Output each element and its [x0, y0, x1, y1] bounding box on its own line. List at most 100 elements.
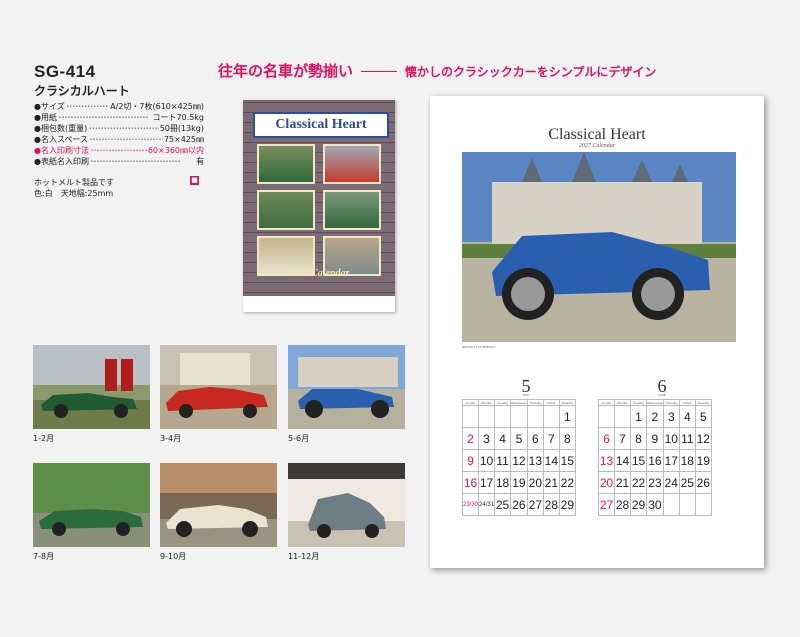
spec-leader: ･･････････････････････････････	[89, 135, 163, 144]
day-cell: 16	[461, 471, 480, 494]
spec-key: ●用紙	[34, 113, 57, 122]
headline: 往年の名車が勢揃い 懐かしのクラシックカーをシンプルにデザイン	[218, 60, 656, 81]
spec-list: ●サイズ･･････････････････････････････A/2切・7…	[34, 101, 204, 167]
thumb-1-2: 1-2月	[33, 345, 150, 444]
day-cell: 28	[614, 493, 631, 516]
spec-value: 60×360㎜以内	[147, 146, 204, 155]
day-cell: 9	[461, 449, 480, 472]
day-cell: 23/30	[461, 493, 480, 516]
day-cell: 3	[478, 427, 496, 450]
day-cell: 6	[526, 427, 544, 450]
day-cell: 6	[598, 427, 615, 450]
calendar-subtitle: 2027 Calendar	[578, 143, 616, 149]
day-cell: 18	[494, 471, 512, 494]
day-cell: 16	[646, 449, 664, 472]
day-cell: 20	[598, 471, 615, 494]
spec-key: ●表紙名入印刷	[34, 157, 89, 166]
day-cell: 9	[646, 427, 664, 450]
headline-main: 往年の名車が勢揃い	[218, 62, 354, 80]
product-name: クラシカルハート	[34, 84, 130, 98]
cover-photo	[323, 144, 381, 184]
day-cell: 2	[646, 405, 664, 428]
thumb-caption: 1-2月	[33, 434, 55, 443]
day-cell	[662, 493, 680, 516]
calendar-title: Classical Heart	[548, 126, 646, 143]
cover-photo-grid	[257, 144, 381, 276]
day-cell: 25	[678, 471, 696, 494]
day-cell: 15	[558, 449, 576, 472]
note-line-2: 色:白 天地幅:25mm	[34, 189, 114, 198]
day-cell: 5	[510, 427, 528, 450]
day-cell: 11	[494, 449, 512, 472]
day-cell: 22	[558, 471, 576, 494]
spec-key: ●名入印刷寸法	[34, 146, 89, 155]
spec-value: 50冊(13kg)	[159, 124, 204, 133]
thumb-caption: 9-10月	[160, 552, 187, 561]
day-cell	[614, 405, 631, 428]
day-cell: 27	[598, 493, 615, 516]
day-cell: 27	[526, 493, 544, 516]
day-cell: 8	[558, 427, 576, 450]
spec-key: ●名入スペース	[34, 135, 89, 144]
day-cell: 26	[694, 471, 712, 494]
thumb-5-6: 5-6月	[288, 345, 405, 444]
headline-sub: 懐かしのクラシックカーをシンプルにデザイン	[405, 65, 657, 79]
calendar-main-photo	[462, 152, 736, 342]
month-june-label: JUNE	[658, 393, 666, 397]
day-cell	[598, 405, 615, 428]
spec-row: ●名入スペース･･････････････････････････････75×…	[34, 134, 204, 145]
day-cell: 29	[558, 493, 576, 516]
month-june-grid: Sunday Monday Tuesday Wednesday Thursday Frid…	[598, 399, 712, 516]
cover-title: Classical Heart	[253, 112, 389, 138]
day-cell: 19	[694, 449, 712, 472]
spec-value: 75×425㎜	[163, 135, 204, 144]
day-cell: 4	[678, 405, 696, 428]
thumb-3-4: 3-4月	[160, 345, 277, 444]
day-cell: 18	[678, 449, 696, 472]
day-cell: 2	[461, 427, 480, 450]
product-code: SG-414	[34, 62, 96, 81]
day-cell: 22	[630, 471, 647, 494]
day-cell: 13	[526, 449, 544, 472]
day-cell: 10	[478, 449, 496, 472]
day-cell: 7	[542, 427, 560, 450]
day-cell	[526, 405, 544, 428]
day-cell	[461, 405, 480, 428]
spec-value: 有	[196, 157, 204, 166]
day-cell: 24/31	[478, 493, 496, 516]
day-cell: 25	[494, 493, 512, 516]
day-cell: 21	[614, 471, 631, 494]
spec-leader: ･･････････････････････････････	[89, 157, 181, 166]
cover-image: Classical Heart 2027 Calendar	[243, 100, 395, 312]
day-cell: 26	[510, 493, 528, 516]
day-cell: 12	[510, 449, 528, 472]
day-cell: 12	[694, 427, 712, 450]
day-cell: 23	[646, 471, 664, 494]
spec-leader: ･･････････････････････････････	[65, 102, 110, 111]
day-cell	[694, 493, 712, 516]
car-photo-bugatti	[288, 345, 405, 429]
spec-row: ●表紙名入印刷 ･･････････････････････････････ 有	[34, 156, 204, 167]
car-photo-mgb	[33, 345, 150, 429]
spec-row: ●用紙 ･･････････････････････････････ コート70.5…	[34, 112, 204, 123]
day-cell	[494, 405, 512, 428]
hotmelt-tag-icon: ■	[190, 176, 199, 185]
day-cell: 1	[630, 405, 647, 428]
spec-row: ●梱包数(重量)･･････････････････････････････50…	[34, 123, 204, 134]
day-cell: 15	[630, 449, 647, 472]
thumb-9-10: 9-10月	[160, 463, 277, 562]
spec-row: ●名入印刷寸法･･････････････････････････････60×…	[34, 145, 204, 156]
spec-value: A/2切・7枚(610×425㎜)	[110, 102, 204, 111]
day-cell: 24	[662, 471, 680, 494]
cover-photo	[257, 144, 315, 184]
day-cell: 3	[662, 405, 680, 428]
wall-calendar: Classical Heart 2027 Calendar BUGATTI T3…	[430, 96, 764, 568]
day-cell	[542, 405, 560, 428]
thumb-caption: 5-6月	[288, 434, 310, 443]
day-cell: 11	[678, 427, 696, 450]
month-may-label: MAY	[522, 393, 530, 397]
day-cell: 10	[662, 427, 680, 450]
day-cell: 17	[478, 471, 496, 494]
day-cell: 4	[494, 427, 512, 450]
photo-caption: BUGATTI T35 BRESCIA	[462, 345, 496, 349]
